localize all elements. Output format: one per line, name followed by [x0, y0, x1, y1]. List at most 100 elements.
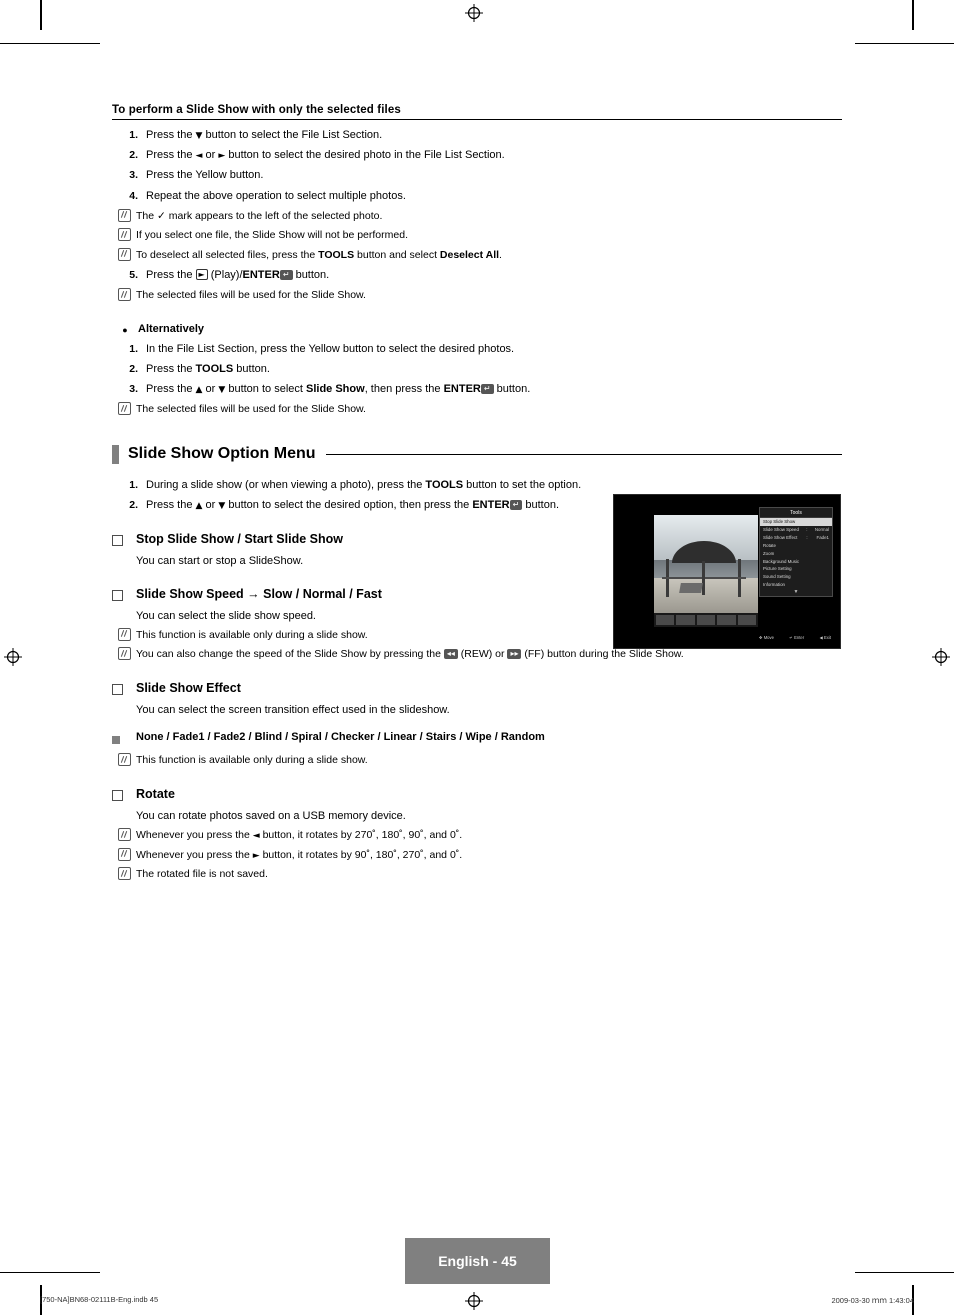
note-list: The selected files will be used for the … [112, 288, 842, 304]
note-list: The selected files will be used for the … [112, 402, 842, 418]
note-item: The selected files will be used for the … [112, 288, 842, 304]
tv-screenshot: Tools Stop Slide Show Slide Show Speed :… [613, 494, 841, 649]
footer-hint-enter: ↵ Enter [789, 635, 805, 640]
tools-menu-item-zoom[interactable]: Zoom [760, 550, 832, 558]
note-icon [112, 208, 136, 225]
note-item: Whenever you press the ◄ button, it rota… [112, 828, 842, 844]
tools-menu-item-label: Zoom [763, 550, 775, 556]
tools-menu-item-label: Information [763, 582, 785, 588]
tools-menu-item-label: Slide Show Effect [763, 534, 798, 540]
list-text: Press the ▼ button to select the File Li… [146, 129, 383, 141]
tools-menu-item-label: Background Music [763, 558, 800, 564]
checkbox-bullet-icon [112, 587, 136, 606]
list-item: 5. Press the ► (Play)/ENTER ↵ button. [112, 268, 842, 283]
alternatively-bullet: ● Alternatively [112, 323, 842, 338]
note-text: The ✓ mark appears to the left of the se… [136, 209, 383, 222]
list-number: 1. [129, 129, 138, 141]
list-item: 2. Press the ▲ or ▼ button to select the… [112, 498, 607, 513]
tools-menu-item-sound-setting[interactable]: Sound Setting [760, 573, 832, 581]
note-text: The selected files will be used for the … [136, 289, 366, 302]
note-item: This function is available only during a… [112, 753, 842, 769]
list-text: Press the ▲ or ▼ button to select Slide … [146, 383, 531, 396]
note-icon [112, 753, 136, 769]
note-list: Whenever you press the ◄ button, it rota… [112, 828, 842, 883]
note-icon [112, 247, 136, 264]
list-text: Press the ► (Play)/ENTER ↵ button. [146, 269, 330, 282]
note-icon [112, 627, 136, 644]
section-heading-selected-files: To perform a Slide Show with only the se… [112, 104, 842, 120]
list-number: 5. [129, 269, 138, 282]
option-title: Rotate [136, 786, 175, 801]
tools-menu-item-separator: : [806, 527, 808, 533]
section-accent-bar [112, 444, 119, 464]
option-title: Slide Show Speed → Slow / Normal / Fast [136, 586, 382, 601]
tools-menu-item-value: Normal [814, 527, 829, 533]
option-title: Stop Slide Show / Start Slide Show [136, 532, 343, 547]
tools-menu-item-rotate[interactable]: Rotate [760, 542, 832, 550]
tools-menu-footer: ✥ Move ↵ Enter ◀ Exit [759, 635, 831, 640]
note-text: To deselect all selected files, press th… [136, 248, 502, 261]
note-icon [112, 402, 136, 418]
trim-line-top [0, 43, 100, 44]
option-title: Slide Show Effect [136, 680, 241, 695]
note-icon [112, 647, 136, 663]
tools-menu-item-value: Fade1 [816, 534, 829, 540]
note-item: If you select one file, the Slide Show w… [112, 228, 842, 244]
trim-line-bottom-right [855, 1272, 954, 1273]
list-number: 3. [129, 169, 138, 182]
note-item: You can also change the speed of the Sli… [112, 647, 842, 663]
tools-menu: Tools Stop Slide Show Slide Show Speed :… [759, 507, 833, 597]
note-icon [112, 847, 136, 864]
tools-menu-item-slide-show-effect[interactable]: Slide Show Effect : Fade1 [760, 534, 832, 542]
tools-menu-item-label: Sound Setting [763, 574, 791, 580]
tools-menu-item-label: Picture Setting [763, 566, 792, 572]
tools-menu-item-information[interactable]: Information [760, 581, 832, 589]
list-text: Press the ▲ or ▼ button to select the de… [146, 498, 560, 511]
page-title: Slide Show Option Menu [128, 445, 316, 463]
registration-mark-bottom [465, 1292, 483, 1310]
bullet-label: Alternatively [138, 322, 205, 335]
list-number: 1. [129, 478, 138, 491]
note-item: The ✓ mark appears to the left of the se… [112, 208, 842, 225]
registration-mark-top [465, 4, 483, 22]
slideshow-photo [654, 515, 758, 613]
list-number: 2. [129, 498, 138, 511]
list-item: 2. Press the TOOLS button. [112, 362, 842, 377]
registration-mark-left [4, 648, 22, 666]
effect-list-row: None / Fade1 / Fade2 / Blind / Spiral / … [112, 731, 842, 749]
option-rotate: Rotate [112, 787, 842, 806]
tools-menu-item-stop-slide-show[interactable]: Stop Slide Show [760, 518, 832, 526]
list-text: Press the ◄ or ► button to select the de… [146, 149, 505, 162]
note-text: Whenever you press the ◄ button, it rota… [136, 829, 463, 842]
page-number-tab: English - 45 [405, 1238, 550, 1284]
manual-page: To perform a Slide Show with only the se… [0, 0, 954, 1315]
tools-menu-item-picture-setting[interactable]: Picture Setting [760, 565, 832, 573]
note-text: Whenever you press the ► button, it rota… [136, 848, 463, 861]
note-item: The selected files will be used for the … [112, 402, 842, 418]
note-list: This function is available only during a… [112, 753, 842, 769]
note-text: The rotated file is not saved. [136, 868, 268, 881]
crop-mark-top-right [912, 0, 914, 30]
list-number: 4. [129, 189, 138, 202]
list-text: Press the Yellow button. [146, 169, 264, 182]
trim-line-top-right [855, 43, 954, 44]
chevron-down-icon[interactable]: ▼ [760, 589, 832, 596]
note-list: The ✓ mark appears to the left of the se… [112, 208, 842, 264]
option-slide-show-effect: Slide Show Effect [112, 681, 842, 700]
footer-hint-move: ✥ Move [759, 635, 774, 640]
crop-mark-top-left [40, 0, 42, 30]
tools-menu-item-separator: : [806, 534, 808, 540]
tools-menu-title: Tools [760, 508, 832, 518]
tools-menu-item-slide-show-speed[interactable]: Slide Show Speed : Normal [760, 526, 832, 534]
note-text: You can also change the speed of the Sli… [136, 648, 684, 661]
square-bullet-icon [112, 731, 136, 749]
list-item: 3. Press the Yellow button. [112, 168, 842, 183]
note-text: If you select one file, the Slide Show w… [136, 229, 408, 242]
section-divider [325, 453, 842, 455]
list-item: 1. During a slide show (or when viewing … [112, 478, 607, 493]
section-header-slide-show-option-menu: Slide Show Option Menu [112, 444, 842, 464]
note-icon [112, 288, 136, 304]
list-number: 2. [129, 362, 138, 375]
tools-menu-item-background-music[interactable]: Background Music [760, 557, 832, 565]
list-number: 3. [129, 383, 138, 396]
